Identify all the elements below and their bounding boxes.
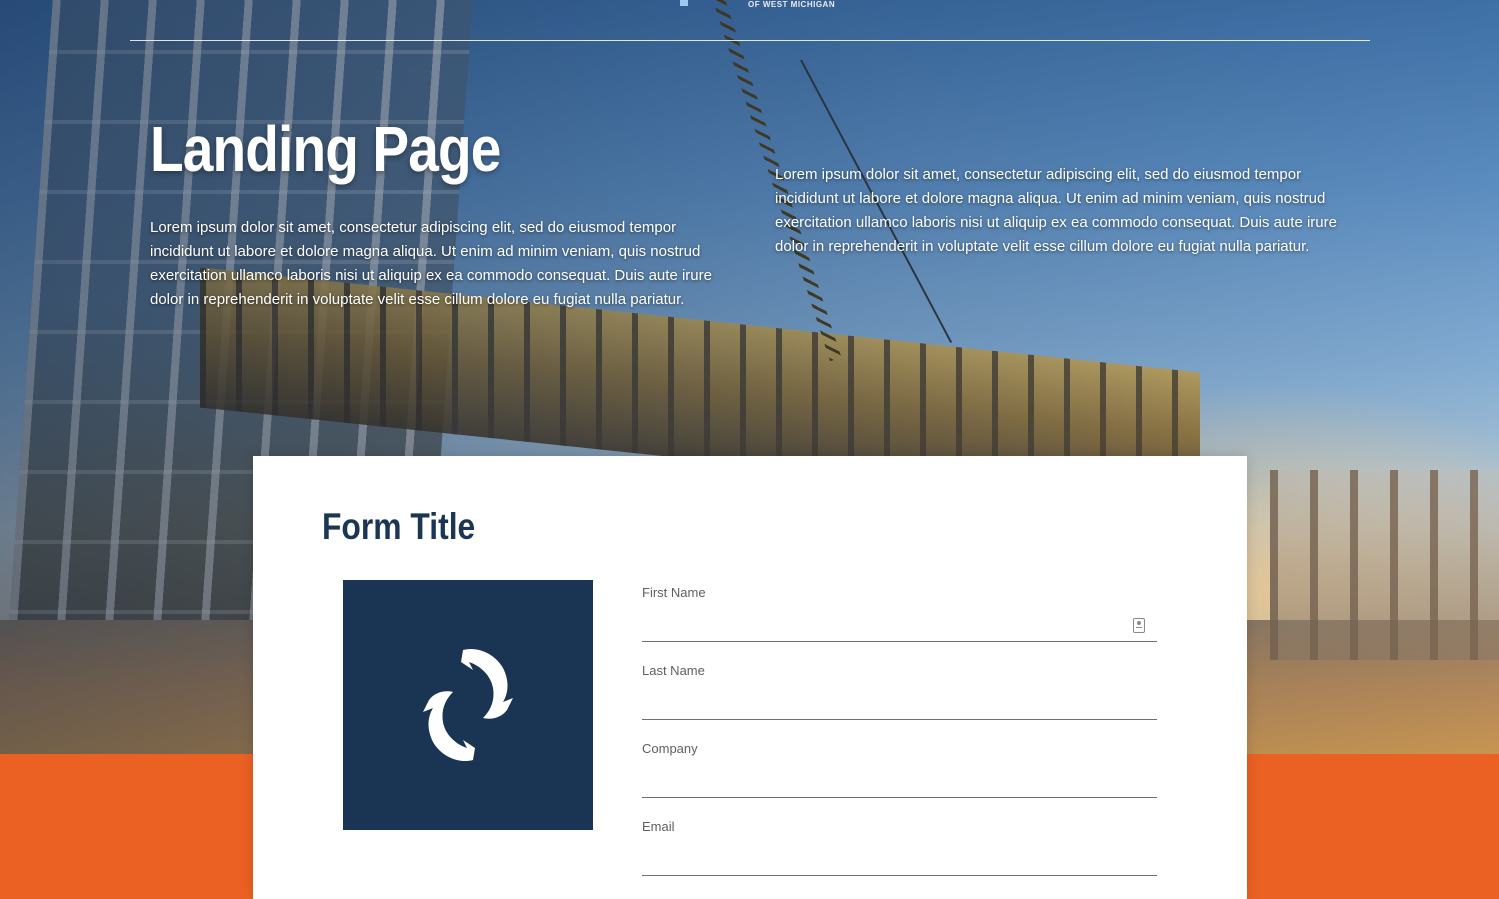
last-name-input[interactable] (642, 689, 1157, 715)
company-label: Company (642, 741, 698, 756)
email-field[interactable]: Email (642, 814, 1157, 876)
header-divider (130, 40, 1370, 41)
hero-paragraph-right: Lorem ipsum dolor sit amet, consectetur … (775, 166, 1337, 255)
hero-paragraph-left: Lorem ipsum dolor sit amet, consectetur … (150, 219, 712, 308)
form-card: Form Title First Name Last Name Company … (253, 456, 1247, 899)
form-title: Form Title (322, 506, 476, 547)
contact-card-icon[interactable] (1133, 618, 1145, 633)
logo-mark-icon[interactable] (680, 0, 688, 6)
first-name-input[interactable] (642, 611, 1157, 637)
page-title: Landing Page (150, 113, 501, 185)
email-input[interactable] (642, 845, 1157, 871)
first-name-label: First Name (642, 585, 706, 600)
first-name-field[interactable]: First Name (642, 580, 1157, 642)
company-field[interactable]: Company (642, 736, 1157, 798)
email-label: Email (642, 819, 675, 834)
last-name-label: Last Name (642, 663, 705, 678)
form-logo-tile (343, 580, 593, 830)
logo-subtitle[interactable]: OF WEST MICHIGAN (748, 0, 835, 9)
last-name-field[interactable]: Last Name (642, 658, 1157, 720)
sharks-circle-icon (423, 648, 513, 762)
company-input[interactable] (642, 767, 1157, 793)
